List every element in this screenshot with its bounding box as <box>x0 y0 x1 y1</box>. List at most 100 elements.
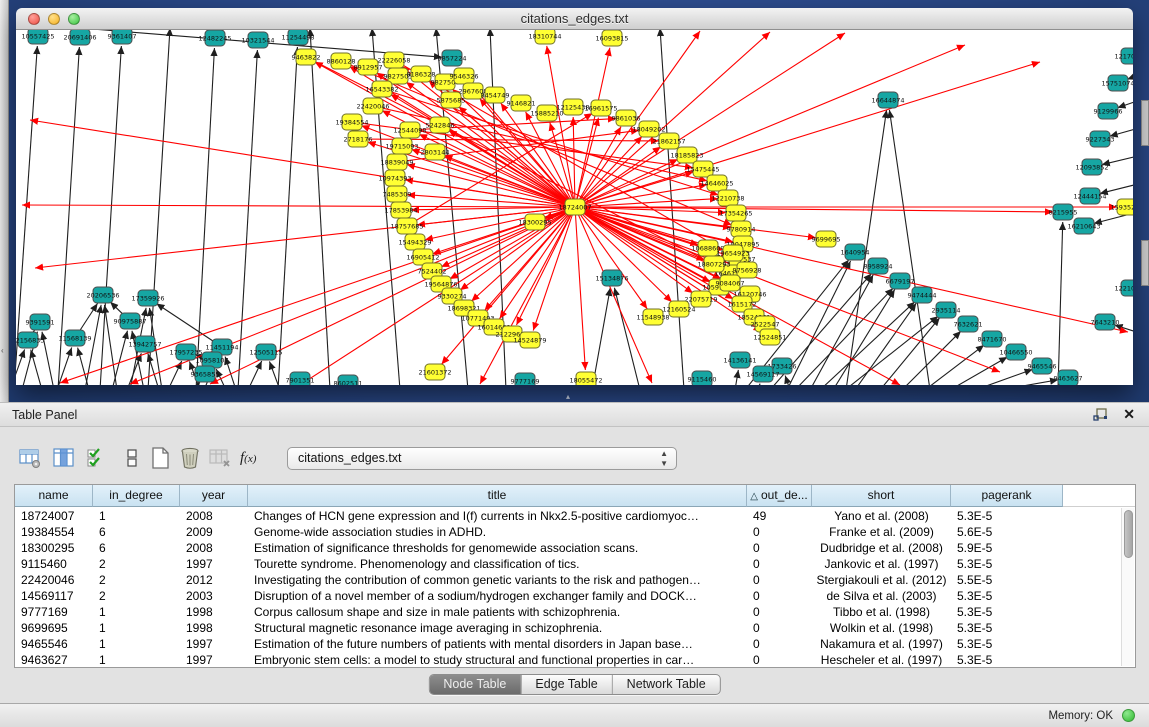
table-cell[interactable]: 1 <box>93 508 180 524</box>
table-cell[interactable]: de Silva et al. (2003) <box>812 588 951 604</box>
graph-edge[interactable] <box>758 384 760 385</box>
graph-edge[interactable] <box>855 303 916 385</box>
table-cell[interactable]: 2 <box>93 556 180 572</box>
graph-edge[interactable] <box>22 205 575 207</box>
graph-edge[interactable] <box>810 275 873 385</box>
table-cell[interactable]: 1 <box>93 636 180 652</box>
graph-edge[interactable] <box>614 288 640 385</box>
table-cell[interactable]: Nakamura et al. (1997) <box>812 636 951 652</box>
table-cell[interactable]: 9463627 <box>15 652 93 667</box>
table-row[interactable]: 1830029562008Estimation of significance … <box>15 540 1121 556</box>
graph-edge[interactable] <box>592 288 610 385</box>
table-cell[interactable]: 2009 <box>180 524 248 540</box>
table-cell[interactable]: Hescheler et al. (1997) <box>812 652 951 667</box>
graph-edge[interactable] <box>278 47 297 385</box>
table-select-dropdown[interactable]: citations_edges.txt ▲▼ <box>287 447 677 470</box>
graph-edge[interactable] <box>1058 222 1063 385</box>
table-cell[interactable]: 1998 <box>180 620 248 636</box>
graph-edge[interactable] <box>1117 98 1133 108</box>
table-cell[interactable]: 5.3E-5 <box>951 652 1063 667</box>
graph-edge[interactable] <box>833 290 895 385</box>
table-cell[interactable]: Estimation of the future numbers of pati… <box>248 636 747 652</box>
table-cell[interactable]: 2 <box>93 572 180 588</box>
scrollbar-thumb[interactable] <box>1124 510 1133 558</box>
table-cell[interactable]: 5.3E-5 <box>951 636 1063 652</box>
table-row[interactable]: 969969511998Structural magnetic resonanc… <box>15 620 1121 636</box>
tab-edge-table[interactable]: Edge Table <box>521 675 612 694</box>
table-cell[interactable]: 1 <box>93 604 180 620</box>
table-cell[interactable]: Jankovic et al. (1997) <box>812 556 951 572</box>
graph-edge[interactable] <box>575 207 1000 372</box>
table-cell[interactable]: 0 <box>747 636 812 652</box>
network-canvas[interactable]: 1872400794638228860128891295722226058982… <box>16 30 1133 385</box>
graph-edge[interactable] <box>310 30 330 385</box>
table-cell[interactable]: Wolkin et al. (1998) <box>812 620 951 636</box>
table-row[interactable]: 911546021997Tourette syndrome. Phenomeno… <box>15 556 1121 572</box>
table-cell[interactable]: 2012 <box>180 572 248 588</box>
checklist-icon[interactable] <box>86 446 110 470</box>
table-cell[interactable]: 9115460 <box>15 556 93 572</box>
graph-edge[interactable] <box>735 370 738 385</box>
right-panel-handle[interactable] <box>1141 240 1149 286</box>
graph-edge[interactable] <box>575 207 585 370</box>
table-cell[interactable]: Investigating the contribution of common… <box>248 572 747 588</box>
table-cell[interactable]: 18724007 <box>15 508 93 524</box>
table-cell[interactable]: 2003 <box>180 588 248 604</box>
table-cell[interactable]: 5.3E-5 <box>951 508 1063 524</box>
graph-edge[interactable] <box>196 48 214 385</box>
graph-edge[interactable] <box>785 375 790 385</box>
table-cell[interactable]: 5.6E-5 <box>951 524 1063 540</box>
graph-edge[interactable] <box>889 110 930 385</box>
table-row[interactable]: 1938455462009Genome-wide association stu… <box>15 524 1121 540</box>
table-cell[interactable]: 0 <box>747 588 812 604</box>
table-row[interactable]: 977716911998Corpus callosum shape and si… <box>15 604 1121 620</box>
table-cell[interactable]: 0 <box>747 604 812 620</box>
table-cell[interactable]: 14569117 <box>15 588 93 604</box>
table-cell[interactable]: 49 <box>747 508 812 524</box>
graph-edge[interactable] <box>148 30 170 385</box>
table-settings-icon[interactable] <box>18 446 42 470</box>
column-header-out-degree[interactable]: △out_de... <box>747 485 812 507</box>
table-cell[interactable]: 6 <box>93 524 180 540</box>
column-header-pagerank[interactable]: pagerank <box>951 485 1063 507</box>
table-cell[interactable]: 1997 <box>180 652 248 667</box>
table-row[interactable]: 1872400712008Changes of HCN gene express… <box>15 508 1121 524</box>
table-cell[interactable]: 5.3E-5 <box>951 588 1063 604</box>
table-row[interactable]: 2242004622012Investigating the contribut… <box>15 572 1121 588</box>
table-cell[interactable]: 2008 <box>180 508 248 524</box>
table-cell[interactable]: Stergiakouli et al. (2012) <box>812 572 951 588</box>
table-cell[interactable]: Genome-wide association studies in ADHD. <box>248 524 747 540</box>
new-table-icon[interactable] <box>148 446 172 470</box>
table-cell[interactable]: Tourette syndrome. Phenomenology and cla… <box>248 556 747 572</box>
table-cell[interactable]: 5.3E-5 <box>951 556 1063 572</box>
column-header-name[interactable]: name <box>15 485 93 507</box>
delete-table-icon[interactable] <box>208 446 232 470</box>
table-cell[interactable]: 1 <box>93 652 180 667</box>
table-cell[interactable]: 5.5E-5 <box>951 572 1063 588</box>
column-header-short[interactable]: short <box>812 485 951 507</box>
table-cell[interactable]: 0 <box>747 524 812 540</box>
tab-node-table[interactable]: Node Table <box>429 675 521 694</box>
column-header-title[interactable]: title <box>248 485 747 507</box>
graph-edge[interactable] <box>925 345 984 385</box>
table-cell[interactable]: 1997 <box>180 636 248 652</box>
rows-icon[interactable] <box>120 446 144 470</box>
graph-edge[interactable] <box>112 331 127 385</box>
table-cell[interactable]: Tibbo et al. (1998) <box>812 604 951 620</box>
table-cell[interactable]: 22420046 <box>15 572 93 588</box>
table-cell[interactable]: 0 <box>747 556 812 572</box>
right-panel-handle[interactable] <box>1141 100 1149 146</box>
column-header-in-degree[interactable]: in_degree <box>93 485 180 507</box>
table-cell[interactable]: 2008 <box>180 540 248 556</box>
table-cell[interactable]: Disruption of a novel member of a sodium… <box>248 588 747 604</box>
table-cell[interactable]: Changes of HCN gene expression and I(f) … <box>248 508 747 524</box>
show-column-icon[interactable] <box>52 446 76 470</box>
panel-close-icon[interactable]: ✕ <box>1123 406 1135 423</box>
graph-edge[interactable] <box>16 349 25 385</box>
table-cell[interactable]: 1997 <box>180 556 248 572</box>
vertical-scrollbar[interactable] <box>1121 508 1134 666</box>
table-cell[interactable]: Corpus callosum shape and size in male p… <box>248 604 747 620</box>
table-cell[interactable]: 6 <box>93 540 180 556</box>
table-row[interactable]: 946362711997Embryonic stem cells: a mode… <box>15 652 1121 667</box>
graph-edge[interactable] <box>795 288 893 385</box>
